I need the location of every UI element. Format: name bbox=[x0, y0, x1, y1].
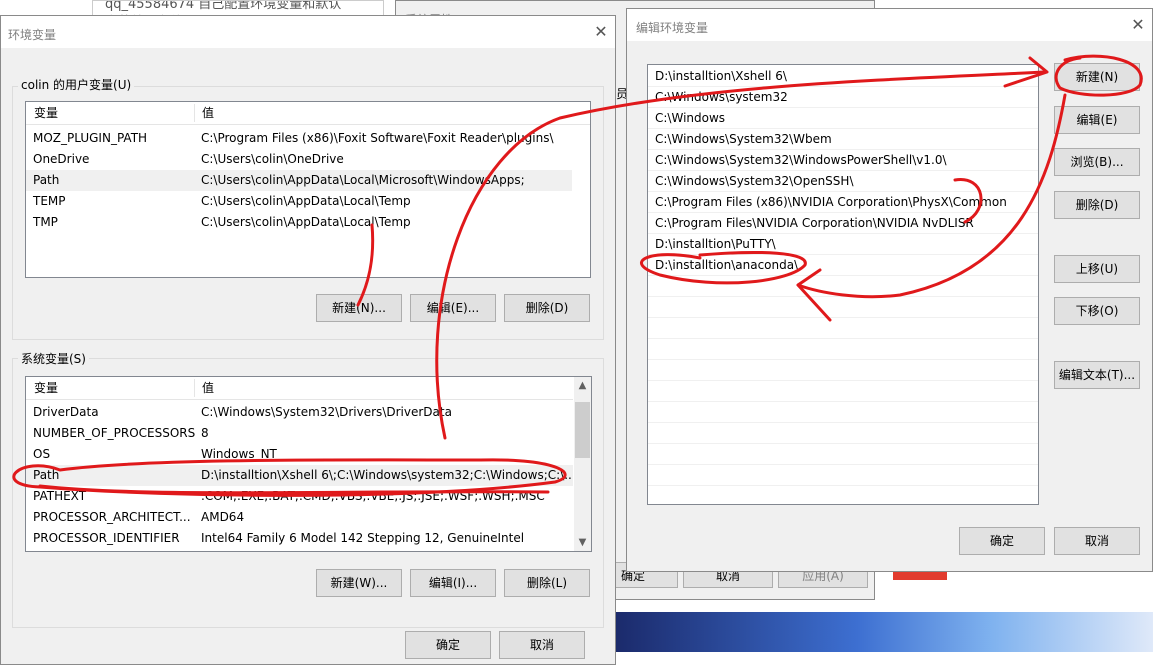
user-edit-button[interactable]: 编辑(E)... bbox=[410, 294, 496, 322]
variable-value: C:\Users\colin\AppData\Local\Temp bbox=[201, 215, 411, 229]
edit-text-button[interactable]: 编辑文本(T)... bbox=[1054, 361, 1140, 389]
empty-list-item[interactable] bbox=[648, 465, 1038, 486]
edit-dialog-titlebar: 编辑环境变量 ✕ bbox=[627, 9, 1152, 41]
variable-name: Path bbox=[33, 173, 60, 187]
variable-name: PATHEXT bbox=[33, 489, 87, 503]
list-item[interactable]: D:\installtion\Xshell 6\ bbox=[648, 66, 1038, 87]
browse-button[interactable]: 浏览(B)... bbox=[1054, 148, 1140, 176]
list-item[interactable]: D:\installtion\anaconda\ bbox=[648, 255, 1038, 276]
move-up-button[interactable]: 上移(U) bbox=[1054, 255, 1140, 283]
variable-value: Windows_NT bbox=[201, 447, 277, 461]
variable-name: NUMBER_OF_PROCESSORS bbox=[33, 426, 196, 440]
empty-list-item[interactable] bbox=[648, 444, 1038, 465]
list-item[interactable]: C:\Windows\System32\Wbem bbox=[648, 129, 1038, 150]
close-icon[interactable]: ✕ bbox=[1130, 17, 1146, 33]
empty-list-item[interactable] bbox=[648, 297, 1038, 318]
variable-value: C:\Program Files (x86)\Foxit Software\Fo… bbox=[201, 131, 554, 145]
column-header-variable[interactable]: 变量 bbox=[34, 377, 58, 399]
variable-name: TEMP bbox=[33, 194, 66, 208]
empty-list-item[interactable] bbox=[648, 381, 1038, 402]
user-new-button[interactable]: 新建(N)... bbox=[316, 294, 402, 322]
list-item[interactable]: D:\installtion\PuTTY\ bbox=[648, 234, 1038, 255]
env-cancel-button[interactable]: 取消 bbox=[499, 631, 585, 659]
close-icon[interactable]: ✕ bbox=[593, 24, 609, 40]
empty-list-item[interactable] bbox=[648, 360, 1038, 381]
variable-name: Path bbox=[33, 468, 60, 482]
list-item[interactable]: C:\Windows bbox=[648, 108, 1038, 129]
edit-entry-button[interactable]: 编辑(E) bbox=[1054, 106, 1140, 134]
scroll-down-icon[interactable]: ▼ bbox=[574, 534, 591, 551]
system-list-scrollbar[interactable]: ▲ ▼ bbox=[574, 377, 591, 551]
variable-value: D:\installtion\Xshell 6\;C:\Windows\syst… bbox=[201, 468, 573, 482]
column-header-variable[interactable]: 变量 bbox=[34, 102, 58, 124]
table-row[interactable]: PROCESSOR_ARCHITECT... AMD64 bbox=[26, 507, 573, 528]
variable-name: MOZ_PLUGIN_PATH bbox=[33, 131, 148, 145]
user-variables-list[interactable]: 变量 值 MOZ_PLUGIN_PATH C:\Program Files (x… bbox=[25, 101, 591, 278]
variable-value: 8 bbox=[201, 426, 209, 440]
user-variables-title: colin 的用户变量(U) bbox=[18, 76, 135, 93]
table-row[interactable]: OneDrive C:\Users\colin\OneDrive bbox=[26, 149, 590, 170]
column-header-value[interactable]: 值 bbox=[202, 102, 214, 124]
variable-value: C:\Users\colin\OneDrive bbox=[201, 152, 344, 166]
system-list-header: 变量 值 bbox=[26, 377, 573, 400]
scroll-thumb[interactable] bbox=[575, 402, 590, 458]
table-row[interactable]: Path C:\Users\colin\AppData\Local\Micros… bbox=[26, 170, 572, 191]
list-item[interactable]: C:\Windows\system32 bbox=[648, 87, 1038, 108]
empty-list-item[interactable] bbox=[648, 402, 1038, 423]
system-variables-title: 系统变量(S) bbox=[18, 350, 89, 367]
move-down-button[interactable]: 下移(O) bbox=[1054, 297, 1140, 325]
list-item[interactable]: C:\Windows\System32\WindowsPowerShell\v1… bbox=[648, 150, 1038, 171]
table-row[interactable]: PROCESSOR_IDENTIFIER Intel64 Family 6 Mo… bbox=[26, 528, 573, 549]
system-delete-button[interactable]: 删除(L) bbox=[504, 569, 590, 597]
user-delete-button[interactable]: 删除(D) bbox=[504, 294, 590, 322]
table-row[interactable]: PATHEXT .COM;.EXE;.BAT;.CMD;.VBS;.VBE;.J… bbox=[26, 486, 573, 507]
empty-list-item[interactable] bbox=[648, 339, 1038, 360]
variable-name: TMP bbox=[33, 215, 58, 229]
empty-list-item[interactable] bbox=[648, 318, 1038, 339]
edit-dialog-title: 编辑环境变量 bbox=[636, 21, 709, 35]
variable-name: PROCESSOR_IDENTIFIER bbox=[33, 531, 180, 545]
desktop-wallpaper bbox=[615, 612, 1153, 652]
env-ok-button[interactable]: 确定 bbox=[405, 631, 491, 659]
empty-list-item[interactable] bbox=[648, 423, 1038, 444]
new-entry-button[interactable]: 新建(N) bbox=[1054, 63, 1140, 91]
env-dialog-titlebar: 环境变量 ✕ bbox=[1, 16, 615, 48]
path-entries-list[interactable]: D:\installtion\Xshell 6\ C:\Windows\syst… bbox=[647, 64, 1039, 505]
system-edit-button[interactable]: 编辑(I)... bbox=[410, 569, 496, 597]
empty-list-item[interactable] bbox=[648, 276, 1038, 297]
column-header-value[interactable]: 值 bbox=[202, 377, 214, 399]
variable-name: OS bbox=[33, 447, 51, 461]
table-row[interactable]: NUMBER_OF_PROCESSORS 8 bbox=[26, 423, 573, 444]
variable-value: C:\Users\colin\AppData\Local\Microsoft\W… bbox=[201, 173, 525, 187]
table-row[interactable]: Path D:\installtion\Xshell 6\;C:\Windows… bbox=[26, 465, 573, 486]
list-item[interactable]: C:\Program Files (x86)\NVIDIA Corporatio… bbox=[648, 192, 1038, 213]
variable-name: PROCESSOR_ARCHITECT... bbox=[33, 510, 191, 524]
system-new-button[interactable]: 新建(W)... bbox=[316, 569, 402, 597]
table-row[interactable]: OS Windows_NT bbox=[26, 444, 573, 465]
variable-value: C:\Windows\System32\Drivers\DriverData bbox=[201, 405, 452, 419]
env-dialog-title: 环境变量 bbox=[8, 28, 57, 42]
user-list-header: 变量 值 bbox=[26, 102, 590, 125]
table-row[interactable]: MOZ_PLUGIN_PATH C:\Program Files (x86)\F… bbox=[26, 128, 590, 149]
system-variables-list[interactable]: 变量 值 DriverData C:\Windows\System32\Driv… bbox=[25, 376, 592, 552]
variable-value: Intel64 Family 6 Model 142 Stepping 12, … bbox=[201, 531, 525, 545]
variable-value: C:\Users\colin\AppData\Local\Temp bbox=[201, 194, 411, 208]
variable-value: AMD64 bbox=[201, 510, 245, 524]
edit-cancel-button[interactable]: 取消 bbox=[1054, 527, 1140, 555]
table-row[interactable]: TMP C:\Users\colin\AppData\Local\Temp bbox=[26, 212, 590, 233]
edit-environment-variable-dialog: 编辑环境变量 ✕ D:\installtion\Xshell 6\ C:\Win… bbox=[626, 8, 1153, 572]
list-item[interactable]: C:\Program Files\NVIDIA Corporation\NVID… bbox=[648, 213, 1038, 234]
table-row[interactable]: DriverData C:\Windows\System32\Drivers\D… bbox=[26, 402, 573, 423]
delete-entry-button[interactable]: 删除(D) bbox=[1054, 191, 1140, 219]
scroll-up-icon[interactable]: ▲ bbox=[574, 377, 591, 394]
environment-variables-dialog: 环境变量 ✕ colin 的用户变量(U) 变量 值 MOZ_PLUGIN_PA… bbox=[0, 15, 616, 665]
variable-name: OneDrive bbox=[33, 152, 90, 166]
table-row[interactable]: TEMP C:\Users\colin\AppData\Local\Temp bbox=[26, 191, 590, 212]
variable-name: DriverData bbox=[33, 405, 99, 419]
list-item[interactable]: C:\Windows\System32\OpenSSH\ bbox=[648, 171, 1038, 192]
edit-ok-button[interactable]: 确定 bbox=[959, 527, 1045, 555]
variable-value: .COM;.EXE;.BAT;.CMD;.VBS;.VBE;.JS;.JSE;.… bbox=[201, 489, 545, 503]
